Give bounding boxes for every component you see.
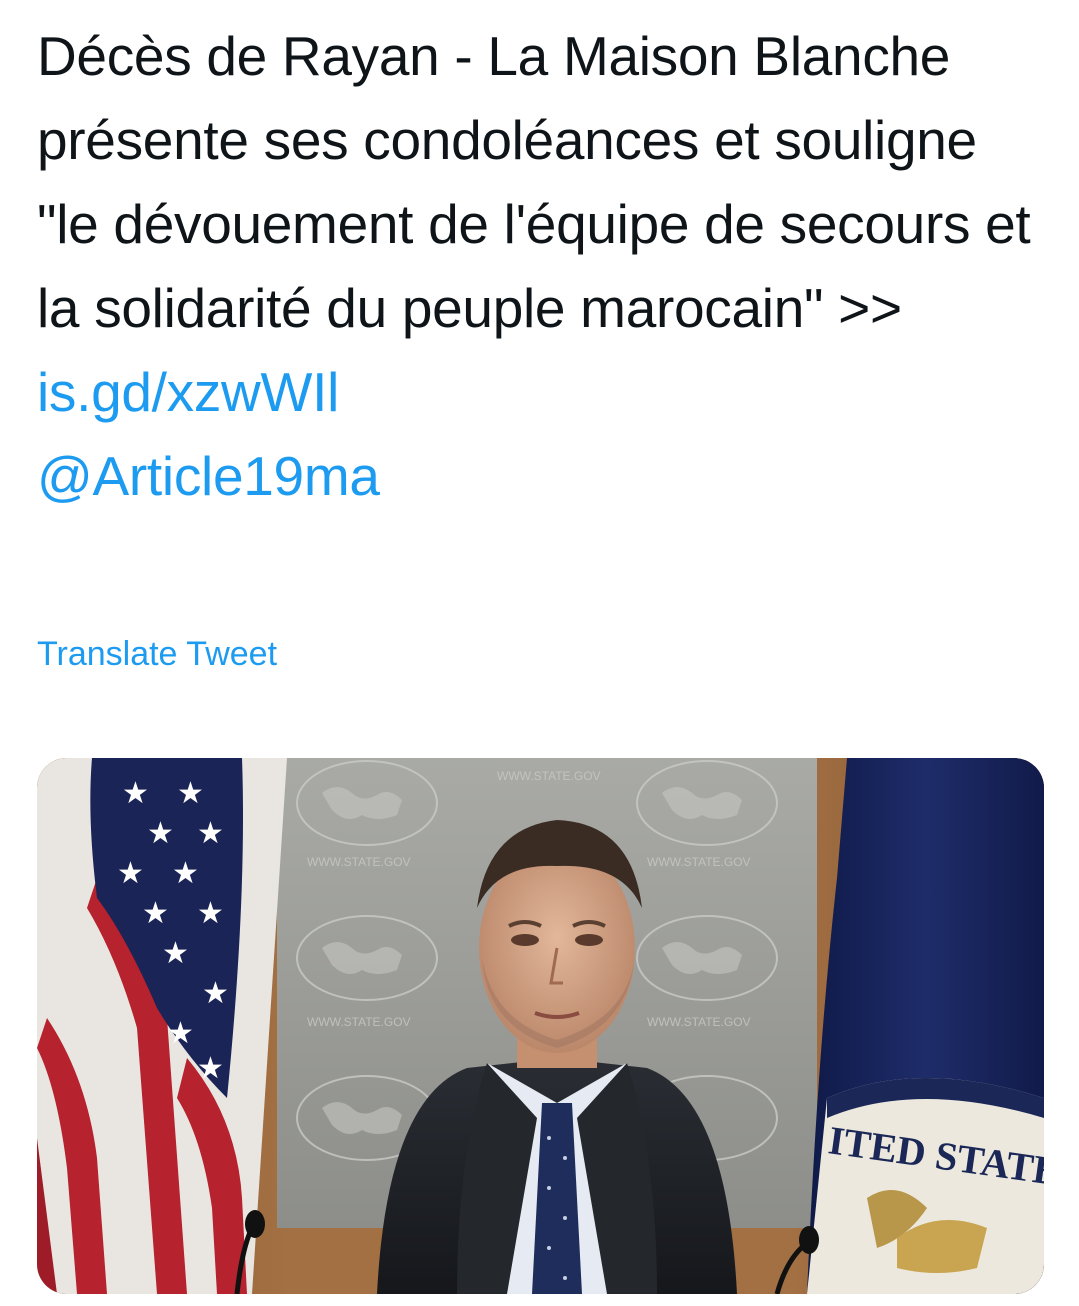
state-department-flag: ITED STATES <box>807 758 1044 1294</box>
svg-text:★: ★ <box>167 1016 194 1051</box>
svg-text:★: ★ <box>122 776 149 811</box>
svg-text:★: ★ <box>202 976 229 1011</box>
svg-text:WWW.STATE.GOV: WWW.STATE.GOV <box>307 1015 411 1029</box>
tweet-mention[interactable]: @Article19ma <box>37 445 380 507</box>
svg-text:WWW.STATE.GOV: WWW.STATE.GOV <box>497 769 601 783</box>
svg-text:★: ★ <box>147 816 174 851</box>
svg-text:★: ★ <box>142 896 169 931</box>
tweet-media-image[interactable]: WWW.STATE.GOV WWW.STATE.GOV WWW.STATE.GO… <box>37 758 1044 1294</box>
translate-tweet-button[interactable]: Translate Tweet <box>37 632 277 676</box>
svg-text:★: ★ <box>177 776 204 811</box>
svg-text:★: ★ <box>197 816 224 851</box>
tweet-body: Décès de Rayan - La Maison Blanche prése… <box>37 25 1031 339</box>
tweet-text: Décès de Rayan - La Maison Blanche prése… <box>37 14 1047 518</box>
svg-text:WWW.STATE.GOV: WWW.STATE.GOV <box>647 855 751 869</box>
svg-text:WWW.STATE.GOV: WWW.STATE.GOV <box>647 1015 751 1029</box>
svg-text:★: ★ <box>117 856 144 891</box>
svg-text:WWW.STATE.GOV: WWW.STATE.GOV <box>307 855 411 869</box>
tweet-link[interactable]: is.gd/xzwWIl <box>37 361 339 423</box>
svg-text:★: ★ <box>172 856 199 891</box>
svg-text:★: ★ <box>197 896 224 931</box>
svg-text:★: ★ <box>197 1051 224 1086</box>
svg-text:★: ★ <box>162 936 189 971</box>
